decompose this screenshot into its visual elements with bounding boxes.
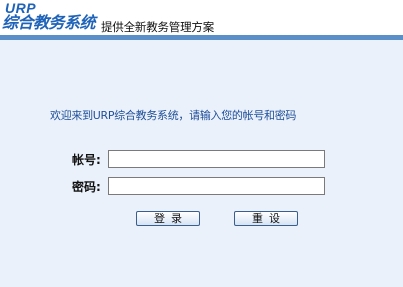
reset-button[interactable]: 重设 [234, 211, 298, 226]
password-input[interactable] [108, 177, 325, 195]
header: URP 综合教务系统 提供全新教务管理方案 [0, 0, 403, 40]
password-label: 密码: [72, 180, 101, 194]
welcome-message: 欢迎来到URP综合教务系统，请输入您的帐号和密码 [50, 109, 297, 122]
logo-system-name: 综合教务系统 [2, 13, 96, 32]
account-input[interactable] [108, 150, 325, 168]
login-panel: 欢迎来到URP综合教务系统，请输入您的帐号和密码 帐号: 密码: 登录 重设 [0, 40, 403, 287]
login-button[interactable]: 登录 [136, 211, 200, 226]
header-tagline: 提供全新教务管理方案 [101, 20, 214, 34]
account-label: 帐号: [72, 153, 101, 167]
